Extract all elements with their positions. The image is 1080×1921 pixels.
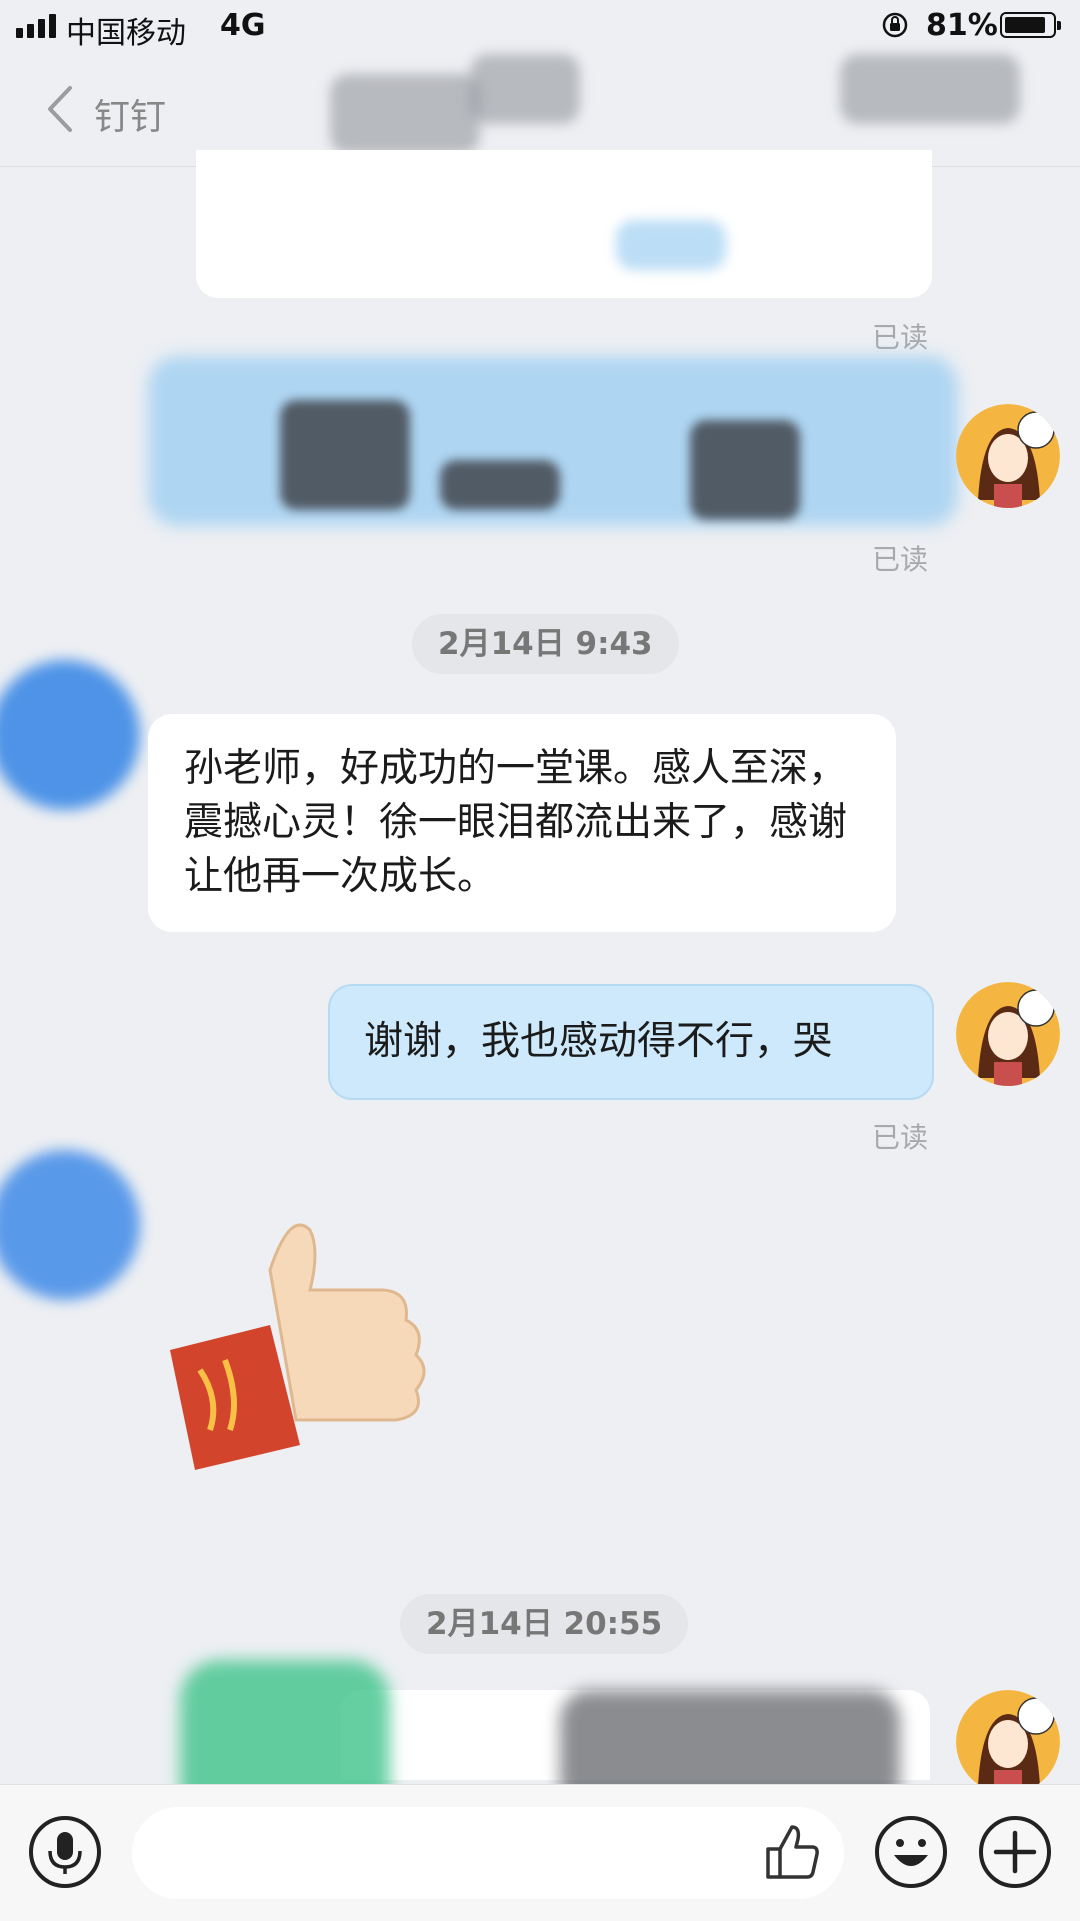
redaction-scribble xyxy=(690,420,800,520)
incoming-message-bubble[interactable]: 孙老师，好成功的一堂课。感人至深，震撼心灵！徐一眼泪都流出来了，感谢让他再一次成… xyxy=(148,714,896,932)
status-bar: 中国移动 4G 81% xyxy=(0,0,1080,54)
carrier-label: 中国移动 xyxy=(66,16,186,51)
read-status: 已读 xyxy=(872,543,929,576)
avatar[interactable] xyxy=(0,1150,140,1300)
battery-percent: 81% xyxy=(926,8,998,43)
read-status: 已读 xyxy=(872,1121,929,1154)
read-status: 已读 xyxy=(872,321,929,354)
network-type: 4G xyxy=(220,8,266,43)
redaction-scribble xyxy=(840,54,1020,124)
signal-icon xyxy=(16,14,56,38)
avatar[interactable] xyxy=(956,982,1060,1086)
redaction-scribble xyxy=(280,400,410,510)
thumbs-up-sticker[interactable] xyxy=(160,1210,440,1510)
rotation-lock-icon xyxy=(882,12,908,38)
nav-title: 钉钉 xyxy=(94,97,167,138)
outgoing-message-bubble[interactable]: 谢谢，我也感动得不行，哭 xyxy=(328,984,934,1100)
message-input[interactable] xyxy=(132,1807,844,1899)
battery-icon xyxy=(1000,12,1061,38)
shared-card[interactable] xyxy=(196,150,932,298)
smiley-icon[interactable] xyxy=(874,1815,948,1889)
input-bar xyxy=(0,1784,1080,1921)
timestamp-divider: 2月14日 9:43 xyxy=(412,614,679,674)
timestamp-divider: 2月14日 20:55 xyxy=(400,1594,689,1654)
redaction-scribble xyxy=(440,460,560,510)
redaction-scribble xyxy=(616,220,726,270)
microphone-icon[interactable] xyxy=(28,1815,102,1889)
redaction-scribble xyxy=(470,54,580,124)
avatar[interactable] xyxy=(956,404,1060,508)
avatar[interactable] xyxy=(0,660,140,810)
avatar[interactable] xyxy=(956,1690,1060,1794)
plus-icon[interactable] xyxy=(978,1815,1052,1889)
redaction-scribble xyxy=(330,74,480,154)
chevron-left-icon[interactable] xyxy=(40,84,80,134)
thumbs-up-icon[interactable] xyxy=(760,1819,826,1885)
